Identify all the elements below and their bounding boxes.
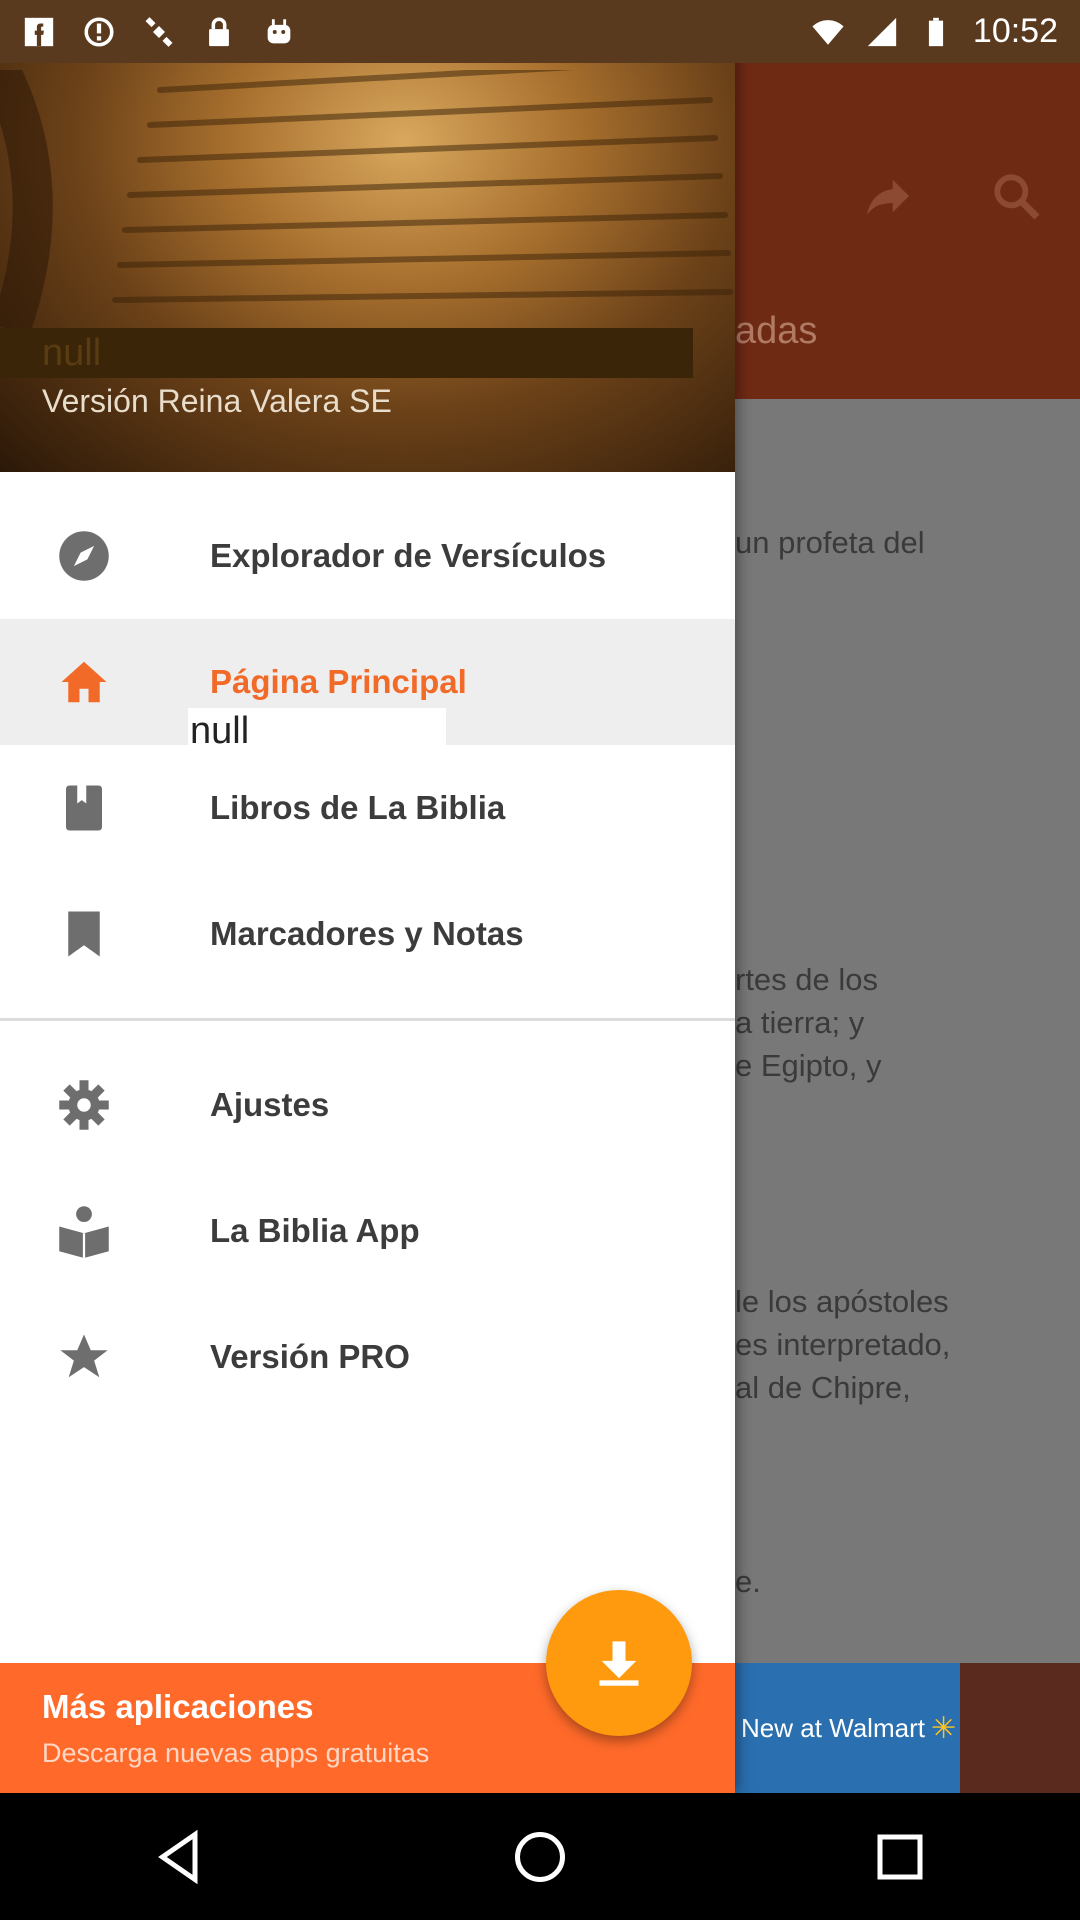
background-text-line: un profeta del xyxy=(735,525,925,560)
ad-banner-edge xyxy=(960,1663,1080,1793)
menu-item-label: Página Principal xyxy=(210,663,467,700)
background-text-line: le los apóstoles xyxy=(735,1284,949,1319)
menu-item-explorador[interactable]: Explorador de Versículos xyxy=(0,493,735,619)
background-text-line: rtes de los xyxy=(735,962,879,997)
background-text-line: es interpretado, xyxy=(735,1327,951,1362)
gear-icon xyxy=(57,1078,111,1132)
navigation-bar xyxy=(0,1793,1080,1920)
home-circle-icon xyxy=(515,1831,565,1882)
header-title: null xyxy=(42,332,102,374)
search-icon xyxy=(994,174,1040,220)
ad-banner[interactable]: New at Walmart ✳ xyxy=(735,1663,960,1793)
ad-text: New at Walmart xyxy=(741,1712,925,1743)
clock: 10:52 xyxy=(972,12,1058,50)
home-button[interactable] xyxy=(495,1812,585,1902)
bible-page-image xyxy=(0,70,733,330)
satellite-icon xyxy=(145,16,173,47)
menu-item-label: Explorador de Versículos xyxy=(210,537,607,574)
compass-icon xyxy=(57,529,111,583)
share-icon xyxy=(867,179,909,215)
menu-item-label: Libros de La Biblia xyxy=(210,789,506,826)
menu-item-label: La Biblia App xyxy=(210,1212,420,1249)
menu-item-libros[interactable]: Libros de La Biblia xyxy=(0,745,735,871)
blocked-icon xyxy=(84,16,114,47)
menu-item-label: Marcadores y Notas xyxy=(210,915,524,952)
drawer-header: null Versión Reina Valera SE xyxy=(0,0,735,472)
navigation-drawer: null Versión Reina Valera SE Explorador … xyxy=(0,0,735,1793)
background-text-line: e Egipto, y xyxy=(735,1048,882,1083)
background-text-line: a tierra; y xyxy=(735,1005,865,1040)
more-apps-subtitle: Descarga nuevas apps gratuitas xyxy=(42,1738,430,1768)
book-icon xyxy=(57,781,111,835)
lock-icon xyxy=(209,17,229,46)
wifi-icon xyxy=(812,19,844,45)
menu-divider xyxy=(0,1018,735,1021)
bookmark-icon xyxy=(57,907,111,961)
back-icon xyxy=(158,1829,198,1884)
status-bar: 10:52 xyxy=(0,0,1080,63)
reader-icon xyxy=(57,1204,111,1258)
background-tab-label: adas xyxy=(735,310,818,352)
star-icon xyxy=(57,1330,111,1384)
android-icon xyxy=(267,18,291,43)
facebook-icon xyxy=(24,17,54,46)
menu-item-marcadores[interactable]: Marcadores y Notas xyxy=(0,871,735,997)
more-apps-title: Más aplicaciones xyxy=(42,1688,314,1725)
background-text-line: e. xyxy=(735,1564,761,1599)
recents-icon xyxy=(877,1834,923,1879)
signal-icon xyxy=(867,17,897,46)
header-subtitle: Versión Reina Valera SE xyxy=(42,383,392,419)
download-button[interactable] xyxy=(546,1590,692,1736)
home-icon xyxy=(57,655,111,709)
walmart-spark-icon: ✳ xyxy=(930,1711,957,1745)
download-icon xyxy=(599,1641,639,1686)
menu-item-label: Ajustes xyxy=(210,1086,330,1123)
menu-item-version-pro[interactable]: Versión PRO xyxy=(0,1294,735,1420)
battery-icon xyxy=(928,17,943,46)
menu-item-la-biblia-app[interactable]: La Biblia App xyxy=(0,1168,735,1294)
header-title-bar xyxy=(0,328,693,378)
recents-button[interactable] xyxy=(855,1812,945,1902)
background-text-line: al de Chipre, xyxy=(735,1370,911,1405)
menu-item-ajustes[interactable]: Ajustes xyxy=(0,1042,735,1168)
menu-item-label: Versión PRO xyxy=(210,1338,410,1375)
back-button[interactable] xyxy=(135,1812,225,1902)
